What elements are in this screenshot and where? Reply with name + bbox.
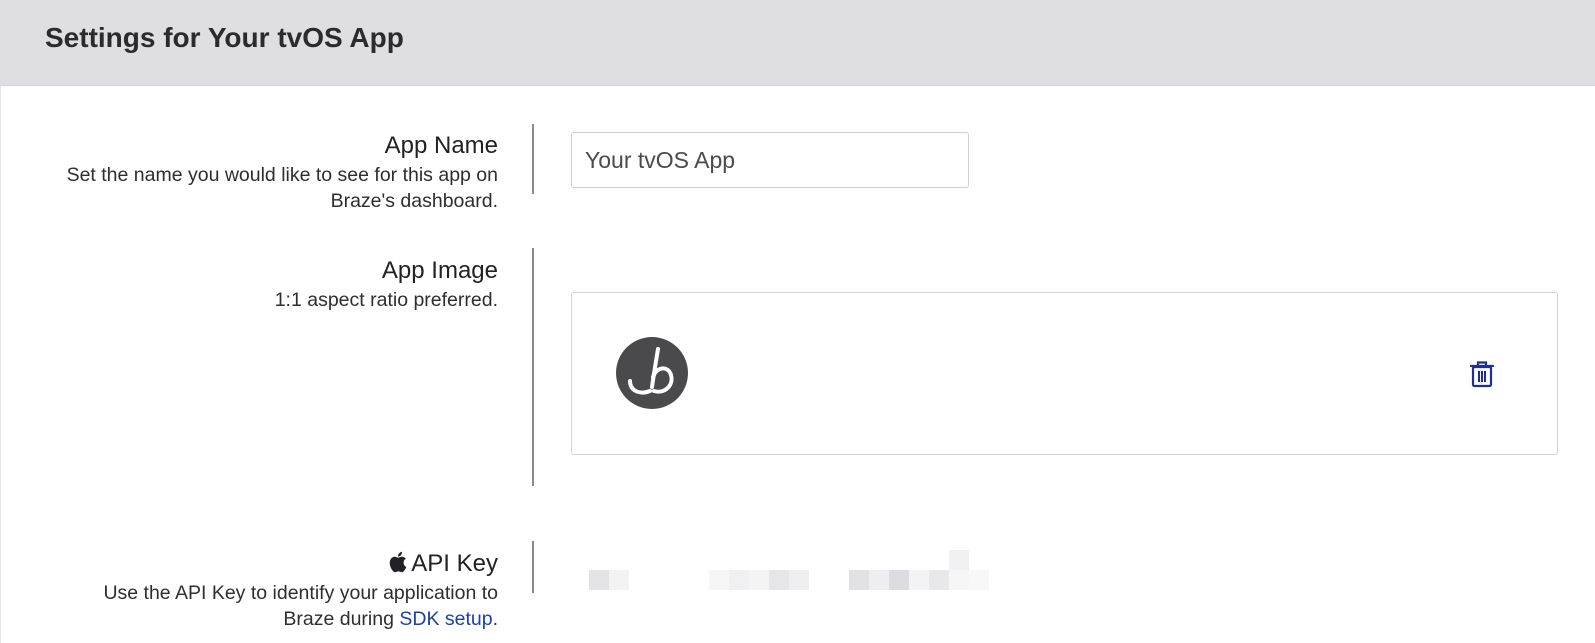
- app-image-description: 1:1 aspect ratio preferred.: [274, 289, 498, 311]
- api-key-title: API Key: [411, 550, 498, 577]
- app-image-label-group: App Image 1:1 aspect ratio preferred.: [275, 255, 498, 313]
- app-image-divider: [532, 248, 534, 486]
- api-key-description-suffix: .: [492, 608, 498, 630]
- app-name-title: App Name: [384, 132, 498, 159]
- app-name-description-line2: Braze's dashboard.: [330, 190, 498, 212]
- braze-logo-icon: [616, 337, 688, 409]
- sdk-setup-link[interactable]: SDK setup: [399, 608, 492, 630]
- app-image-title: App Image: [381, 257, 498, 284]
- apple-icon: [390, 551, 407, 573]
- api-key-description-prefix: Braze during: [283, 608, 400, 630]
- settings-header: Settings for Your tvOS App: [0, 0, 1595, 86]
- delete-image-icon[interactable]: [1470, 360, 1494, 388]
- api-key-title-row: API Key: [103, 548, 498, 580]
- page-title: Settings for Your tvOS App: [45, 22, 404, 53]
- app-name-label-group: App Name Set the name you would like to …: [67, 130, 498, 214]
- app-name-description-line1: Set the name you would like to see for t…: [66, 164, 498, 186]
- redacted-api-key-value: [589, 550, 989, 590]
- api-key-description-line1: Use the API Key to identify your applica…: [103, 582, 498, 604]
- api-key-divider: [532, 541, 534, 593]
- app-name-divider: [532, 124, 534, 194]
- api-key-description-line2: Braze during SDK setup.: [103, 606, 498, 632]
- app-image-container: [571, 292, 1558, 455]
- api-key-label-group: API Key Use the API Key to identify your…: [103, 548, 498, 632]
- app-name-input[interactable]: [571, 132, 969, 188]
